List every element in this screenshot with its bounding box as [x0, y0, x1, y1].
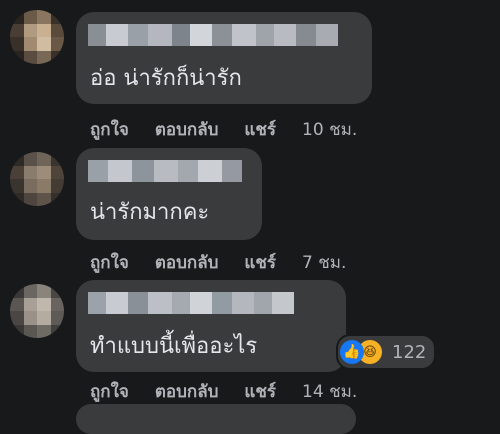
- share-button[interactable]: แชร์: [244, 249, 276, 276]
- comment-bubble: น่ารักมากคะ: [76, 148, 262, 240]
- reply-button[interactable]: ตอบกลับ: [155, 249, 219, 276]
- timestamp[interactable]: 10 ชม.: [302, 116, 357, 143]
- comment-text: น่ารักมากคะ: [90, 200, 210, 225]
- comment-actions: ถูกใจ ตอบกลับ แชร์ 7 ชม.: [90, 249, 346, 276]
- like-button[interactable]: ถูกใจ: [90, 249, 129, 276]
- comment-actions: ถูกใจ ตอบกลับ แชร์ 10 ชม.: [90, 116, 357, 143]
- timestamp[interactable]: 14 ชม.: [302, 378, 357, 405]
- reply-button[interactable]: ตอบกลับ: [155, 116, 219, 143]
- share-button[interactable]: แชร์: [244, 116, 276, 143]
- comment-text: อ่อ น่ารักก็น่ารัก: [90, 66, 242, 91]
- comment-text: ทำแบบนี้เพื่ออะไร: [90, 334, 258, 359]
- share-button[interactable]: แชร์: [244, 378, 276, 405]
- next-comment-bubble: [76, 404, 356, 434]
- avatar[interactable]: [10, 284, 64, 338]
- reaction-summary[interactable]: 👍 😆 122: [336, 334, 437, 370]
- author-name-blurred[interactable]: [88, 24, 338, 46]
- comment-bubble: อ่อ น่ารักก็น่ารัก: [76, 12, 372, 104]
- like-icon: 👍: [340, 340, 364, 364]
- like-button[interactable]: ถูกใจ: [90, 116, 129, 143]
- author-name-blurred[interactable]: [88, 292, 294, 314]
- like-button[interactable]: ถูกใจ: [90, 378, 129, 405]
- reply-button[interactable]: ตอบกลับ: [155, 378, 219, 405]
- reaction-count: 122: [392, 341, 427, 363]
- timestamp[interactable]: 7 ชม.: [302, 249, 346, 276]
- avatar[interactable]: [10, 10, 64, 64]
- author-name-blurred[interactable]: [88, 160, 242, 182]
- avatar[interactable]: [10, 152, 64, 206]
- comment-actions: ถูกใจ ตอบกลับ แชร์ 14 ชม.: [90, 378, 357, 405]
- comment-bubble: ทำแบบนี้เพื่ออะไร: [76, 280, 346, 372]
